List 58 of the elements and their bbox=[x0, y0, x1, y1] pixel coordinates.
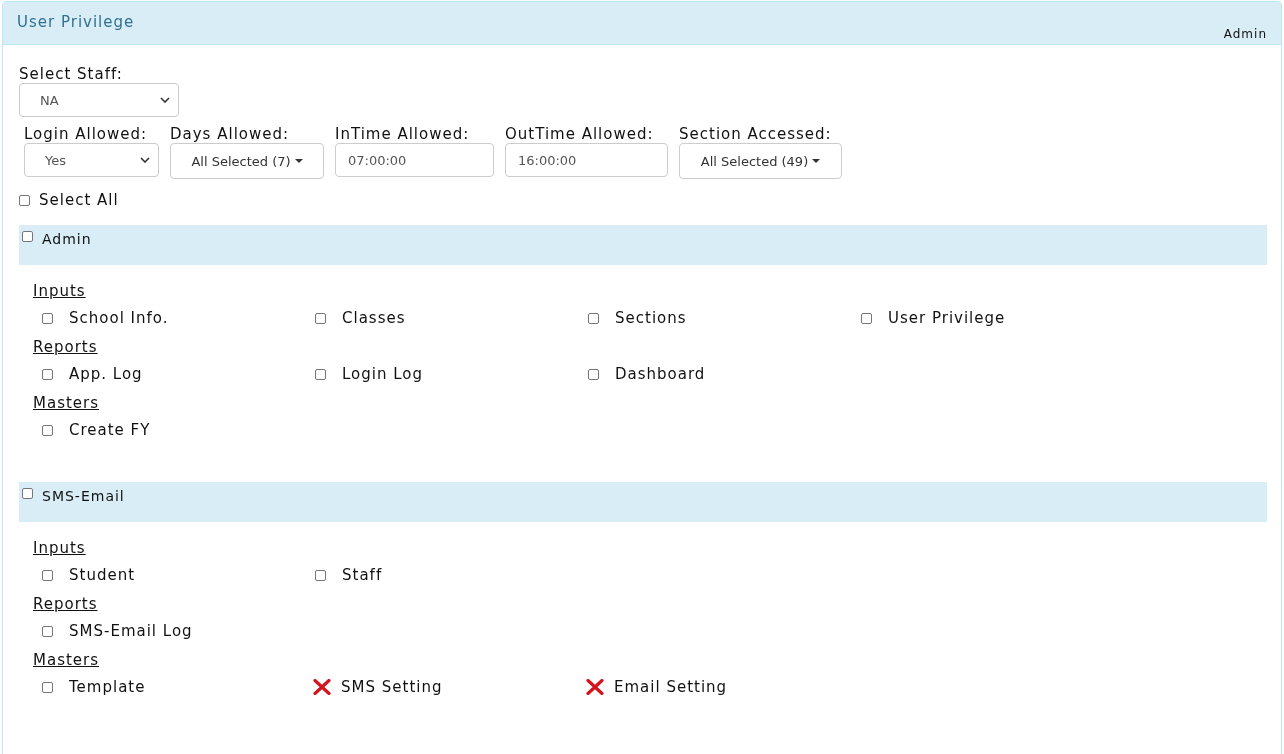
staff-dropdown[interactable]: NA bbox=[19, 83, 179, 117]
checkbox[interactable] bbox=[588, 312, 599, 324]
privilege-label: School Info. bbox=[69, 309, 169, 327]
group-title: Masters bbox=[33, 651, 100, 669]
privilege-label: Student bbox=[69, 566, 136, 584]
group-title: Inputs bbox=[33, 282, 86, 300]
checkbox[interactable] bbox=[22, 231, 33, 242]
chevron-down-icon bbox=[160, 97, 170, 103]
privilege-label: Dashboard bbox=[615, 365, 706, 383]
checkbox[interactable] bbox=[42, 312, 53, 324]
privilege-label: App. Log bbox=[69, 365, 143, 383]
field-label: Days Allowed: bbox=[170, 125, 291, 143]
privilege-label: Classes bbox=[342, 309, 406, 327]
module-name: SMS-Email bbox=[42, 488, 125, 504]
privilege-label: Login Log bbox=[342, 365, 424, 383]
checkbox[interactable] bbox=[42, 368, 53, 380]
checkbox[interactable] bbox=[42, 569, 53, 581]
privilege-label: Create FY bbox=[69, 421, 151, 439]
cross-icon bbox=[313, 679, 331, 695]
caret-icon bbox=[812, 159, 821, 163]
privilege-label: Email Setting bbox=[614, 678, 728, 696]
time-input-field[interactable]: 16:00:00 bbox=[505, 143, 668, 177]
group-title: Reports bbox=[33, 338, 98, 356]
checkbox[interactable] bbox=[315, 368, 326, 380]
group-title: Reports bbox=[33, 595, 98, 613]
privilege-label: Template bbox=[69, 678, 146, 696]
checkbox[interactable] bbox=[42, 625, 53, 637]
panel-title: User Privilege bbox=[17, 13, 135, 31]
checkbox[interactable] bbox=[42, 681, 53, 693]
privilege-label: Sections bbox=[615, 309, 687, 327]
field-label: InTime Allowed: bbox=[335, 125, 471, 143]
select-all-label: Select All bbox=[39, 191, 119, 209]
checkbox[interactable] bbox=[588, 368, 599, 380]
caret-icon bbox=[294, 159, 303, 163]
multiselect-dropdown[interactable]: All Selected (7) bbox=[170, 143, 324, 179]
cross-icon bbox=[586, 679, 604, 695]
multiselect-dropdown[interactable]: All Selected (49) bbox=[679, 143, 842, 179]
checkbox[interactable] bbox=[861, 312, 872, 324]
checkbox[interactable] bbox=[22, 488, 33, 499]
field-label: Section Accessed: bbox=[679, 125, 833, 143]
privilege-label: SMS-Email Log bbox=[69, 622, 193, 640]
field-label: Login Allowed: bbox=[24, 125, 149, 143]
privilege-label: User Privilege bbox=[888, 309, 1006, 327]
checkbox[interactable] bbox=[315, 569, 326, 581]
checkbox[interactable] bbox=[19, 194, 30, 206]
field-label: OutTime Allowed: bbox=[505, 125, 655, 143]
group-title: Masters bbox=[33, 394, 100, 412]
module-name: Admin bbox=[42, 231, 92, 247]
field-label: Select Staff: bbox=[19, 65, 124, 83]
privilege-label: SMS Setting bbox=[341, 678, 443, 696]
time-input-field[interactable]: 07:00:00 bbox=[335, 143, 494, 177]
chevron-down-icon bbox=[140, 157, 150, 163]
user-name: Admin bbox=[1223, 27, 1267, 41]
checkbox[interactable] bbox=[42, 424, 53, 436]
group-title: Inputs bbox=[33, 539, 86, 557]
checkbox[interactable] bbox=[315, 312, 326, 324]
login-allowed-dropdown[interactable]: Yes bbox=[24, 143, 159, 177]
privilege-label: Staff bbox=[342, 566, 383, 584]
